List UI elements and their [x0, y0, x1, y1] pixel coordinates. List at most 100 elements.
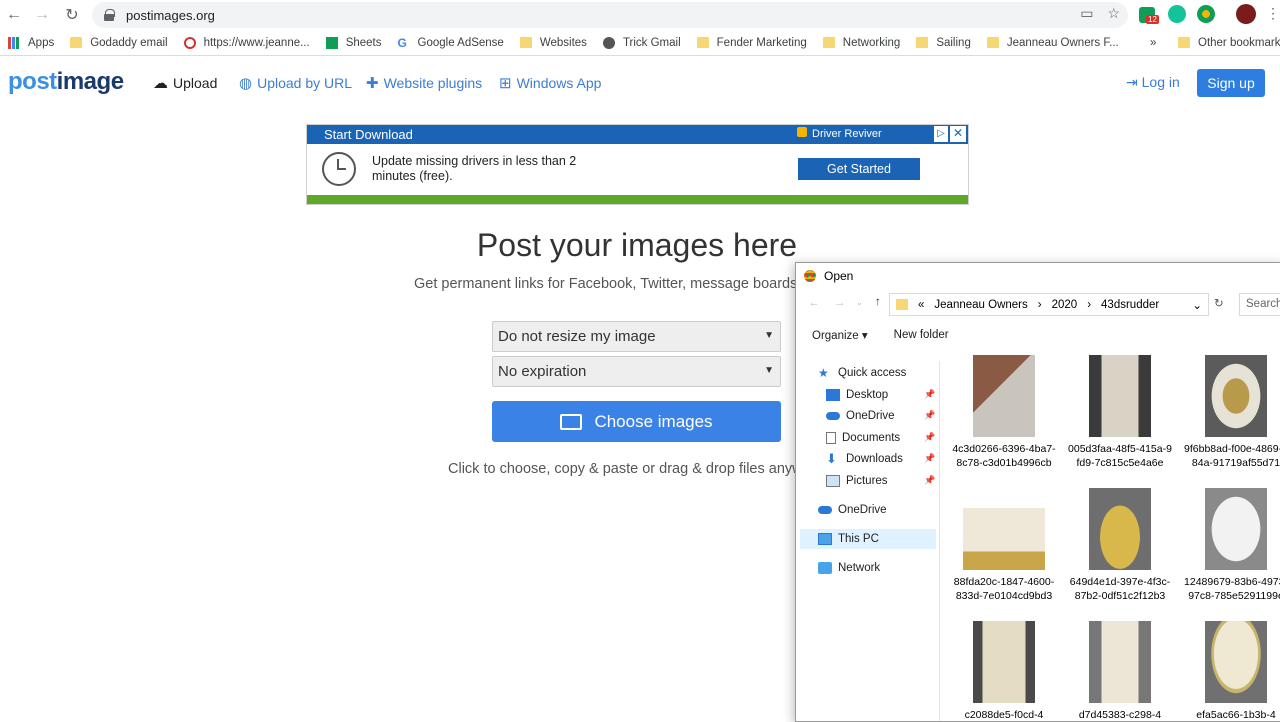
nav-upload[interactable]: ☁ Upload	[153, 74, 217, 92]
ad-header: Start Download Driver Reviver ▷ ✕	[307, 125, 968, 144]
bookmark-item[interactable]: Sailing	[908, 37, 979, 49]
bookmark-item[interactable]: Trick Gmail	[595, 36, 689, 49]
sidebar-item-network[interactable]: Network	[818, 558, 880, 578]
site-header: postimage ☁ Upload ◍ Upload by URL ✚ Websit…	[0, 60, 1280, 104]
image-thumbnail	[1205, 621, 1267, 703]
image-thumbnail	[1089, 621, 1151, 703]
reload-icon[interactable]: ↻	[58, 1, 86, 29]
pin-icon: 📌	[924, 475, 936, 485]
image-thumbnail	[1205, 355, 1267, 437]
sheets-icon	[325, 36, 338, 49]
image-thumbnail	[1205, 488, 1267, 570]
dialog-toolbar: Organize ▾ New folder	[796, 323, 1280, 347]
nav-upload-by-url[interactable]: ◍ Upload by URL	[239, 74, 352, 92]
path-segment[interactable]: 2020	[1052, 299, 1078, 311]
new-folder-button[interactable]: New folder	[894, 329, 949, 341]
browser-toolbar: ← → ↻ postimages.org ▭ ☆ 12 ⋮	[0, 0, 1280, 30]
adchoices-icon[interactable]: ▷	[934, 126, 948, 142]
puzzle-icon: ✚	[366, 75, 379, 92]
forward-icon[interactable]: →	[28, 1, 56, 29]
profile-avatar[interactable]	[1236, 4, 1256, 24]
sidebar-item-desktop[interactable]: Desktop	[826, 385, 888, 405]
dialog-search-input[interactable]: Search	[1239, 293, 1280, 316]
organize-menu[interactable]: Organize ▾	[812, 328, 868, 342]
clock-icon	[322, 152, 356, 186]
chevron-down-icon[interactable]: ⌄	[1192, 298, 1202, 312]
file-tile[interactable]: 4c3d0266-6396-4ba7-8c78-c3d01b4996cb	[946, 355, 1062, 470]
site-icon	[183, 36, 196, 49]
ad-get-started-button[interactable]: Get Started	[798, 158, 920, 180]
path-segment[interactable]: Jeanneau Owners	[934, 299, 1027, 311]
folder-icon	[896, 299, 908, 310]
page-title: Post your images here	[476, 227, 798, 263]
ad-close-icon[interactable]: ✕	[950, 126, 966, 142]
bookmarks-bar: Apps Godaddy email https://www.jeanne...…	[0, 30, 1280, 56]
bookmark-item[interactable]: Godaddy email	[62, 37, 175, 49]
extension-icon[interactable]	[1197, 5, 1215, 23]
path-sep-icon: ›	[1037, 298, 1042, 311]
up-arrow-icon[interactable]: ↑	[875, 296, 881, 308]
address-bar[interactable]: postimages.org ▭ ☆	[92, 2, 1128, 28]
site-icon	[602, 36, 615, 49]
computer-icon	[818, 533, 832, 545]
sidebar-item-pictures[interactable]: Pictures	[826, 471, 888, 491]
download-arrow-icon: ⬇	[826, 451, 837, 466]
file-tile[interactable]: c2088de5-f0cd-4	[946, 621, 1062, 721]
file-tile[interactable]: 88fda20c-1847-4600-833d-7e0104cd9bd3	[946, 488, 1062, 603]
bookmark-star-icon[interactable]: ☆	[1107, 5, 1120, 22]
sidebar-item-this-pc[interactable]: This PC	[818, 529, 879, 549]
bookmark-apps[interactable]: Apps	[0, 36, 62, 49]
sidebar-item-quick-access[interactable]: ★ Quick access	[818, 363, 906, 383]
file-tile[interactable]: 649d4e1d-397e-4f3c-87b2-0df51c2f12b3	[1062, 488, 1178, 603]
bookmark-item[interactable]: Networking	[815, 37, 909, 49]
refresh-icon[interactable]: ↻	[1214, 296, 1224, 310]
login-link[interactable]: ⇥ Log in	[1126, 74, 1180, 91]
extension-badge: 12	[1146, 15, 1159, 24]
file-tile[interactable]: 9f6bb8ad-f00e-4869-884a-91719af55d71	[1178, 355, 1280, 470]
image-thumbnail	[1089, 488, 1151, 570]
bookmarks-overflow[interactable]: »	[1142, 37, 1164, 49]
bookmark-item[interactable]: Fender Marketing	[689, 37, 815, 49]
image-thumbnail	[973, 355, 1035, 437]
sidebar-item-onedrive[interactable]: OneDrive	[818, 500, 887, 520]
ad-banner[interactable]: Start Download Driver Reviver ▷ ✕ Update…	[306, 124, 969, 205]
path-breadcrumb[interactable]: « Jeanneau Owners › 2020 › 43dsrudder ⌄	[889, 293, 1209, 316]
sidebar-item-documents[interactable]: Documents	[826, 428, 900, 448]
sidebar-item-downloads[interactable]: ⬇ Downloads	[826, 449, 903, 469]
postimage-logo[interactable]: postimage	[8, 68, 124, 96]
nav-windows-app[interactable]: ⊞ Windows App	[499, 74, 601, 92]
expiration-select[interactable]: No expiration ▼	[492, 356, 781, 387]
file-tile[interactable]: 005d3faa-48f5-415a-9fd9-7c815c5e4a6e	[1062, 355, 1178, 470]
file-tile[interactable]: d7d45383-c298-4	[1062, 621, 1178, 721]
resize-select[interactable]: Do not resize my image ▼	[492, 321, 781, 352]
bookmark-item[interactable]: Websites	[512, 37, 595, 49]
google-icon: G	[397, 35, 407, 50]
grammarly-icon[interactable]	[1168, 5, 1186, 23]
signup-button[interactable]: Sign up	[1197, 69, 1265, 97]
path-sep-icon: ›	[1087, 298, 1092, 311]
menu-icon[interactable]: ⋮	[1266, 5, 1280, 22]
nav-website-plugins[interactable]: ✚ Website plugins	[366, 74, 482, 92]
pin-icon: 📌	[924, 389, 936, 399]
back-icon[interactable]: ←	[808, 297, 820, 309]
folder-icon	[916, 37, 929, 48]
sidebar-item-onedrive[interactable]: OneDrive	[826, 406, 895, 426]
path-segment[interactable]: 43dsrudder	[1101, 299, 1159, 311]
back-icon[interactable]: ←	[0, 1, 28, 29]
dialog-sidebar: ★ Quick access Desktop 📌 OneDrive 📌 Docum…	[796, 361, 940, 721]
bookmark-item[interactable]: G Google AdSense	[390, 37, 512, 49]
cast-icon[interactable]: ▭	[1080, 5, 1093, 22]
other-bookmarks[interactable]: Other bookmarks	[1170, 37, 1280, 49]
star-icon: ★	[818, 366, 829, 380]
recent-dropdown-icon[interactable]: ⌄	[856, 298, 863, 307]
bookmark-item[interactable]: Sheets	[318, 36, 390, 49]
bookmark-item[interactable]: https://www.jeanne...	[176, 36, 318, 49]
file-tile[interactable]: efa5ac66-1b3b-4	[1178, 621, 1280, 721]
choose-images-button[interactable]: Choose images	[492, 401, 781, 442]
folder-icon	[519, 37, 532, 48]
forward-icon[interactable]: →	[834, 297, 846, 309]
windows-icon: ⊞	[499, 75, 512, 92]
bookmark-item[interactable]: Jeanneau Owners F...	[979, 37, 1127, 49]
apps-grid-icon	[8, 36, 20, 49]
file-tile[interactable]: 12489679-83b6-4973-97c8-785e5291199e	[1178, 488, 1280, 603]
